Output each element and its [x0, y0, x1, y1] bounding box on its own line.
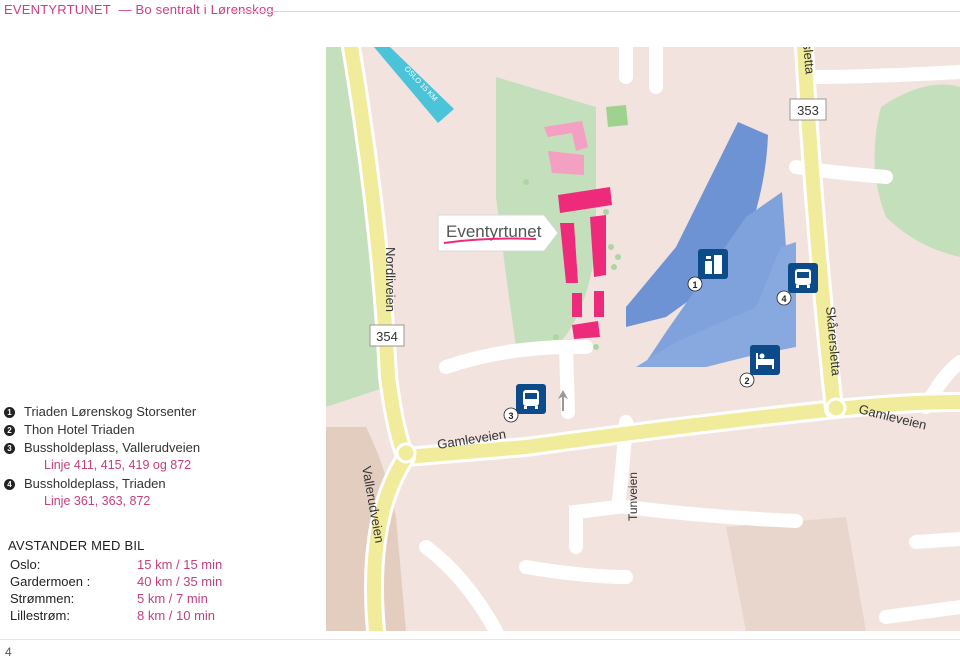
- legend-item-3: 3 Bussholdeplass, Vallerudveien: [4, 440, 324, 458]
- roundabout-west: [395, 442, 417, 464]
- map-legend: 1 Triaden Lørenskog Storsenter 2 Thon Ho…: [4, 404, 324, 512]
- svg-text:354: 354: [376, 329, 398, 344]
- map-canvas: OSLO 15 KM Eventyrtunet 353 354 Nordlive…: [326, 47, 960, 631]
- svg-text:2: 2: [744, 376, 749, 386]
- route-badge-353: 353: [789, 98, 827, 121]
- distances-heading: AVSTANDER MED BIL: [8, 538, 145, 553]
- distance-place: Strømmen:: [10, 591, 75, 606]
- page-number: 4: [5, 645, 12, 659]
- legend-sublabel: Linje 361, 363, 872: [44, 494, 151, 508]
- legend-label: Thon Hotel Triaden: [24, 422, 135, 437]
- legend-item-4-lines: Linje 361, 363, 872: [4, 494, 324, 512]
- legend-item-3-lines: Linje 411, 415, 419 og 872: [4, 458, 324, 476]
- legend-sublabel: Linje 411, 415, 419 og 872: [44, 458, 192, 472]
- distance-place: Lillestrøm:: [10, 608, 70, 623]
- legend-number: 4: [4, 479, 15, 490]
- eventyrtunet-sign: Eventyrtunet: [437, 214, 559, 252]
- header: EVENTYRTUNET — Bo sentralt i Lørenskog: [0, 0, 960, 24]
- road-label-nordliveien: Nordliveien: [383, 247, 398, 312]
- roundabout-east: [825, 397, 847, 419]
- svg-text:1: 1: [692, 280, 697, 290]
- legend-label: Triaden Lørenskog Storsenter: [24, 404, 197, 419]
- legend-label: Bussholdeplass, Vallerudveien: [24, 440, 201, 455]
- footer-rule: [0, 639, 960, 640]
- distance-place: Oslo:: [10, 557, 41, 572]
- legend-item-2: 2 Thon Hotel Triaden: [4, 422, 324, 440]
- distance-value: 5 km / 7 min: [137, 591, 208, 606]
- distance-row: Strømmen: 5 km / 7 min: [8, 591, 328, 608]
- distance-value: 40 km / 35 min: [137, 574, 223, 589]
- legend-item-4: 4 Bussholdeplass, Triaden: [4, 476, 324, 494]
- distance-row: Oslo: 15 km / 15 min: [8, 557, 328, 574]
- distance-place: Gardermoen :: [10, 574, 91, 589]
- legend-item-1: 1 Triaden Lørenskog Storsenter: [4, 404, 324, 422]
- road-label-tunveien: Tunveien: [626, 472, 640, 521]
- distance-row: Lillestrøm: 8 km / 10 min: [8, 608, 328, 625]
- distance-row: Gardermoen : 40 km / 35 min: [8, 574, 328, 591]
- land-south: [726, 517, 866, 631]
- distance-value: 15 km / 15 min: [137, 557, 223, 572]
- legend-number: 1: [4, 407, 15, 418]
- distance-value: 8 km / 10 min: [137, 608, 216, 623]
- svg-text:3: 3: [508, 411, 513, 421]
- map[interactable]: OSLO 15 KM Eventyrtunet 353 354 Nordlive…: [326, 47, 960, 631]
- route-badge-354: 354: [369, 324, 405, 347]
- legend-label: Bussholdeplass, Triaden: [24, 476, 166, 491]
- legend-number: 2: [4, 425, 15, 436]
- header-rule: [232, 11, 960, 12]
- header-brand: EVENTYRTUNET — Bo sentralt i Lørenskog: [4, 2, 274, 17]
- legend-number: 3: [4, 443, 15, 454]
- svg-text:4: 4: [781, 294, 786, 304]
- svg-text:353: 353: [797, 103, 819, 118]
- distances-section: AVSTANDER MED BIL Oslo: 15 km / 15 min G…: [8, 538, 328, 625]
